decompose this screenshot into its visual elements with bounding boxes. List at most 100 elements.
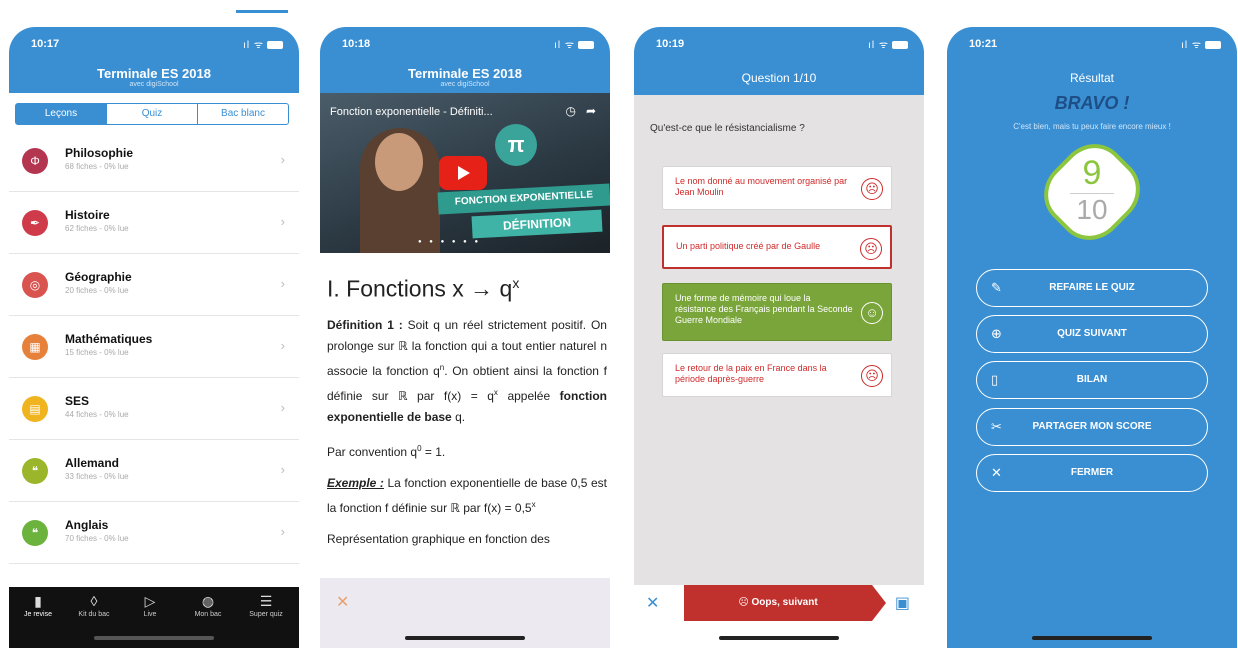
result-button-label: REFAIRE LE QUIZ <box>1049 282 1135 293</box>
answer-option-1[interactable]: Le nom donné au mouvement organisé par J… <box>662 166 892 210</box>
tab-2[interactable]: ▷ Live <box>123 593 177 618</box>
subject-meta: 68 fiches - 0% lue <box>65 162 129 171</box>
board-icon[interactable]: ▣ <box>895 593 910 613</box>
result-button-1[interactable]: ⊕ QUIZ SUIVANT <box>976 315 1208 353</box>
home-indicator <box>1032 636 1152 640</box>
tab-1[interactable]: ◊ Kit du bac <box>67 593 121 618</box>
graph-paragraph: Représentation graphique en fonction des <box>327 531 550 546</box>
clock-icon[interactable]: ◷ <box>565 104 575 118</box>
tab-label: Mon bac <box>194 611 222 618</box>
tab-bar: ▮ Je revise ◊ Kit du bac ▷ Live ◍ Mon bac ☰ Super… <box>9 587 299 648</box>
close-icon: ✕ <box>991 465 1002 480</box>
subject-row-0[interactable]: Φ Philosophie 68 fiches - 0% lue › <box>9 130 299 192</box>
chevron-right-icon: › <box>280 338 285 353</box>
signal-wifi-battery-icon: ıl ᯤ <box>554 37 594 51</box>
phone-screen-result: 10:21 ıl ᯤ Résultat BRAVO ! C'est bien, … <box>947 27 1237 648</box>
signal-wifi-battery-icon: ıl ᯤ <box>868 37 908 51</box>
subject-name: SES <box>65 394 90 408</box>
phone-screen-quiz: 10:19 ıl ᯤ Question 1/10 Qu'est-ce que l… <box>634 27 924 648</box>
tab-icon: ☰ <box>259 593 273 609</box>
phi-icon: Φ <box>22 148 48 174</box>
subject-row-3[interactable]: ▦ Mathématiques 15 fiches - 0% lue › <box>9 316 299 378</box>
subject-meta: 70 fiches - 0% lue <box>65 534 129 543</box>
sad-face-icon: ☹ <box>860 238 882 260</box>
compass-icon: ◎ <box>22 272 48 298</box>
status-time: 10:17 <box>31 38 60 50</box>
segment-lecons[interactable]: Leçons <box>16 104 106 124</box>
question-counter: Question 1/10 <box>741 71 817 85</box>
top-accent-line <box>236 10 288 13</box>
tab-3[interactable]: ◍ Mon bac <box>181 593 235 618</box>
pi-logo: π <box>495 124 537 166</box>
subject-name: Mathématiques <box>65 332 153 346</box>
scroll-icon: ▯ <box>991 372 999 387</box>
status-time: 10:18 <box>342 38 371 50</box>
segment-bac-blanc[interactable]: Bac blanc <box>197 104 288 124</box>
result-button-0[interactable]: ✎ REFAIRE LE QUIZ <box>976 269 1208 307</box>
video-controls: ◷ ➦ <box>565 104 596 118</box>
close-x-icon[interactable]: ✕ <box>646 593 659 613</box>
happy-face-icon: ☺ <box>861 302 883 324</box>
share-arrow-icon[interactable]: ➦ <box>586 104 596 118</box>
sad-face-icon: ☹ <box>861 365 883 387</box>
score-number: 9 <box>1082 154 1102 192</box>
close-x-icon[interactable]: ✕ <box>336 592 349 612</box>
subject-name: Allemand <box>65 456 120 470</box>
result-button-label: FERMER <box>1070 467 1114 478</box>
status-bar: 10:21 ıl ᯤ <box>947 27 1237 59</box>
tab-4[interactable]: ☰ Super quiz <box>239 593 293 618</box>
video-page-dots: ● ● ● ● ● ● <box>418 239 482 245</box>
subject-row-2[interactable]: ◎ Géographie 20 fiches - 0% lue › <box>9 254 299 316</box>
speech-bubble-icon: ❝ <box>22 520 48 546</box>
tab-0[interactable]: ▮ Je revise <box>11 593 65 618</box>
subject-meta: 15 fiches - 0% lue <box>65 348 129 357</box>
status-time: 10:19 <box>656 38 685 50</box>
definition-paragraph: Définition 1 : Soit q un réel strictemen… <box>327 317 607 424</box>
tab-icon: ▷ <box>144 593 156 609</box>
subject-meta: 62 fiches - 0% lue <box>65 224 129 233</box>
signal-wifi-battery-icon: ıl ᯤ <box>243 37 283 51</box>
answer-option-2[interactable]: Un parti politique créé par de Gaulle ☹ <box>662 225 892 269</box>
home-indicator <box>719 636 839 640</box>
quill-icon: ✒ <box>22 210 48 236</box>
lesson-content: I. Fonctions x → qx Définition 1 : Soit … <box>327 275 607 560</box>
next-clipboard-icon: ⊕ <box>991 326 1002 341</box>
status-time: 10:21 <box>969 38 998 50</box>
home-indicator <box>94 636 214 640</box>
result-label: Résultat <box>1069 71 1115 85</box>
chevron-right-icon: › <box>280 276 285 291</box>
tab-label: Kit du bac <box>78 611 110 618</box>
subject-row-4[interactable]: ▤ SES 44 fiches - 0% lue › <box>9 378 299 440</box>
result-button-3[interactable]: ✂ PARTAGER MON SCORE <box>976 408 1208 446</box>
subject-row-1[interactable]: ✒ Histoire 62 fiches - 0% lue › <box>9 192 299 254</box>
next-question-button[interactable]: ☹ Oops, suivant <box>684 585 886 621</box>
app-title: Terminale ES 2018 <box>408 66 522 81</box>
segment-quiz[interactable]: Quiz <box>106 104 197 124</box>
video-player[interactable]: Fonction exponentielle - Définiti... ◷ ➦… <box>320 93 610 253</box>
bravo-heading: BRAVO ! <box>1054 93 1130 113</box>
play-button[interactable] <box>439 156 487 190</box>
subject-row-6[interactable]: ❝ Anglais 70 fiches - 0% lue › <box>9 502 299 564</box>
chevron-right-icon: › <box>280 400 285 415</box>
result-button-4[interactable]: ✕ FERMER <box>976 454 1208 492</box>
status-bar: 10:17 ıl ᯤ <box>9 27 299 59</box>
subject-name: Histoire <box>65 208 110 222</box>
result-message: C'est bien, mais tu peux faire encore mi… <box>1013 122 1171 131</box>
phone-screen-lessons: 10:17 ıl ᯤ Terminale ES 2018 avec digiSc… <box>9 27 299 648</box>
example-paragraph: Exemple : La fonction exponentielle de b… <box>327 475 607 515</box>
subject-name: Philosophie <box>65 146 134 160</box>
retry-clipboard-icon: ✎ <box>991 280 1002 295</box>
subject-row-5[interactable]: ❝ Allemand 33 fiches - 0% lue › <box>9 440 299 502</box>
answer-option-4[interactable]: Le retour de la paix en France dans la p… <box>662 353 892 397</box>
tab-label: Je revise <box>23 611 52 618</box>
quiz-bottom-bar: ✕ ☹ Oops, suivant ▣ <box>634 585 924 648</box>
video-title: Fonction exponentielle - Définiti... <box>330 106 493 118</box>
convention-paragraph: Par convention q0 = 1. <box>327 443 446 459</box>
bottom-toolbar: ✕ <box>320 578 610 648</box>
chevron-right-icon: › <box>280 152 285 167</box>
phone-screen-lesson-detail: 10:18 ıl ᯤ Terminale ES 2018 avec digiSc… <box>320 27 610 648</box>
result-button-2[interactable]: ▯ BILAN <box>976 361 1208 399</box>
app-subtitle: avec digiSchool <box>129 81 179 88</box>
answer-option-3[interactable]: Une forme de mémoire qui loue la résista… <box>662 283 892 341</box>
calculator-icon: ▦ <box>22 334 48 360</box>
